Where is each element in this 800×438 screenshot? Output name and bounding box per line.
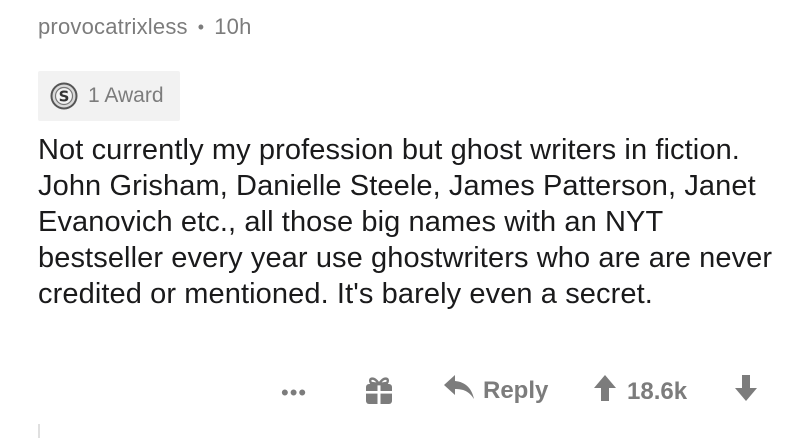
comment-actions: ••• Reply 18.6k [0, 372, 800, 412]
comment-body: Not currently my profession but ghost wr… [38, 134, 773, 310]
upvote-button[interactable] [593, 374, 617, 409]
give-award-button[interactable] [364, 374, 394, 411]
vote-controls: 18.6k [593, 374, 687, 409]
reply-arrow-icon [443, 374, 475, 407]
score: 18.6k [627, 377, 688, 405]
svg-text:S: S [59, 88, 70, 106]
comment: provocatrixless • 10h S 1 Award Not curr… [0, 0, 800, 438]
timestamp: 10h [214, 14, 252, 39]
gift-icon [364, 374, 394, 411]
comment-meta: provocatrixless • 10h [38, 14, 252, 40]
downvote-arrow-icon [734, 374, 758, 407]
reply-button[interactable]: Reply [443, 374, 548, 407]
username[interactable]: provocatrixless [38, 14, 188, 40]
downvote-button[interactable] [734, 374, 758, 407]
award-badge[interactable]: S 1 Award [38, 71, 180, 121]
more-options-button[interactable]: ••• [281, 380, 307, 406]
meta-separator: • [197, 16, 205, 37]
divider [38, 424, 40, 438]
reply-label: Reply [483, 376, 549, 404]
award-label: 1 Award [88, 84, 164, 107]
upvote-arrow-icon [593, 375, 617, 408]
silver-award-icon: S [50, 82, 78, 110]
